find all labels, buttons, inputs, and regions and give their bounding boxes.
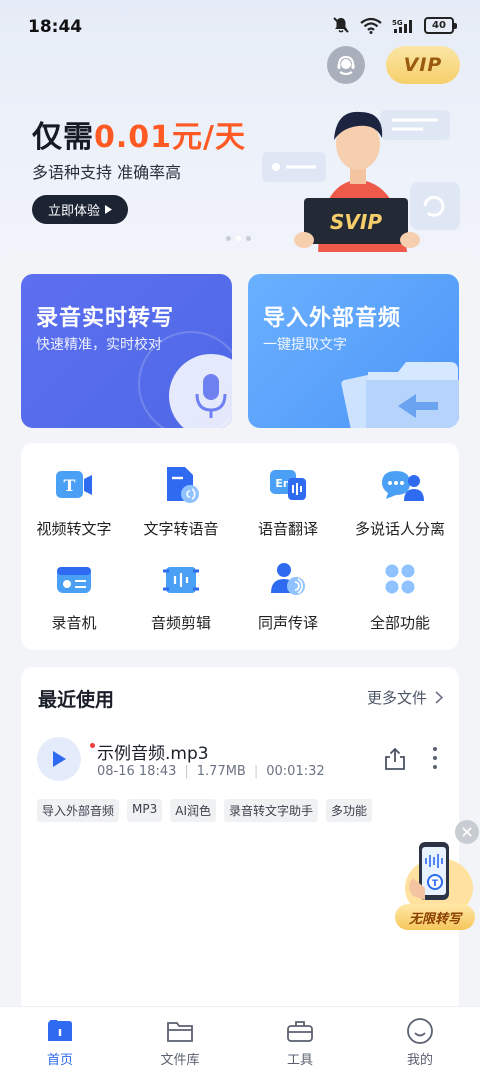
battery-icon: 40: [424, 16, 457, 34]
headset-icon: [337, 55, 355, 75]
file-tag: 多功能: [326, 799, 373, 822]
signal-5g-icon: 5G: [392, 19, 412, 33]
file-duration: 00:01:32: [266, 764, 325, 779]
share-icon: [385, 747, 405, 770]
file-tag: AI润色: [170, 799, 216, 822]
dot: [433, 765, 437, 769]
more-options-button[interactable]: [433, 747, 437, 769]
try-now-button[interactable]: 立即体验: [32, 195, 128, 224]
function-text-to-speech[interactable]: 文字转语音: [126, 465, 236, 539]
recent-title: 最近使用: [38, 689, 115, 711]
function-label: 录音机: [51, 614, 97, 632]
file-name[interactable]: 示例音频.mp3: [97, 739, 209, 764]
more-files-link[interactable]: 更多文件: [367, 687, 443, 708]
function-video-to-text[interactable]: T 视频转文字: [19, 465, 129, 539]
play-icon: [53, 751, 66, 767]
speakers-icon: [382, 471, 424, 501]
nav-home[interactable]: 首页: [20, 1017, 100, 1068]
translate-icon: En: [270, 470, 306, 500]
recent-files-card: 最近使用 更多文件 示例音频.mp3 08-16 18:43 | 1.77MB …: [21, 667, 459, 1027]
wifi-icon: [360, 17, 382, 34]
file-tag: 导入外部音频: [37, 799, 120, 822]
svg-text:T: T: [432, 879, 439, 889]
file-tag: 录音转文字助手: [224, 799, 319, 822]
banner-illustration: SVIP: [262, 110, 460, 260]
chevron-right-icon: [435, 691, 443, 704]
try-now-label: 立即体验: [47, 204, 100, 219]
nav-tools[interactable]: 工具: [260, 1017, 340, 1068]
function-label: 语音翻译: [257, 520, 318, 538]
file-date: 08-16 18:43: [97, 764, 177, 779]
vip-button[interactable]: VIP: [386, 46, 460, 84]
mute-icon: [333, 17, 349, 33]
nav-label: 我的: [406, 1053, 433, 1068]
card-subtitle: 一键提取文字: [263, 337, 347, 353]
close-promo-button[interactable]: [455, 820, 479, 844]
dot: [433, 747, 437, 751]
play-button[interactable]: [37, 737, 81, 781]
svg-text:5G: 5G: [392, 19, 403, 27]
text-to-speech-icon: [167, 467, 199, 503]
dot: [433, 756, 437, 760]
all-features-icon: [385, 564, 415, 594]
function-simultaneous-interpret[interactable]: 同声传译: [233, 559, 343, 633]
function-label: 多说话人分离: [354, 520, 445, 538]
banner-subtitle: 多语种支持 准确率高: [32, 163, 182, 182]
file-tags: 导入外部音频 MP3 AI润色 录音转文字助手 多功能: [37, 799, 373, 822]
banner-title-prefix: 仅需: [32, 120, 94, 155]
pager-dot-active: [236, 236, 241, 241]
nav-label: 文件库: [160, 1053, 200, 1068]
banner-price: 0.01元/天: [94, 120, 246, 155]
function-label: 全部功能: [369, 614, 430, 632]
card-title: 导入外部音频: [263, 306, 402, 331]
file-meta: 08-16 18:43 | 1.77MB | 00:01:32: [97, 764, 325, 779]
pager-dot: [226, 236, 231, 241]
status-time: 18:44: [28, 17, 83, 37]
nav-file-library[interactable]: 文件库: [140, 1017, 220, 1068]
bottom-nav: 首页 文件库 工具 我的: [0, 1006, 480, 1072]
function-label: 视频转文字: [36, 520, 112, 538]
folder-import-icon: [341, 362, 459, 428]
toolbox-icon: [287, 1021, 313, 1042]
more-files-label: 更多文件: [366, 689, 427, 707]
realtime-transcribe-card[interactable]: 录音实时转写 快速精准，实时校对: [21, 274, 232, 428]
nav-label: 首页: [46, 1053, 73, 1068]
nav-profile[interactable]: 我的: [380, 1017, 460, 1068]
file-size: 1.77MB: [196, 764, 246, 779]
home-icon: [48, 1020, 72, 1041]
function-label: 音频剪辑: [150, 614, 211, 632]
video-text-icon: T: [56, 471, 92, 498]
function-recorder[interactable]: 录音机: [19, 559, 129, 633]
audio-edit-icon: [163, 567, 199, 593]
triangle-right-icon: [105, 205, 112, 214]
import-audio-card[interactable]: 导入外部音频 一键提取文字: [248, 274, 459, 428]
unread-dot: [90, 743, 95, 748]
svg-text:T: T: [64, 476, 76, 495]
pager-dot: [246, 236, 251, 241]
function-all-features[interactable]: 全部功能: [345, 559, 455, 633]
function-grid: T 视频转文字 文字转语音 En 语音翻译 多说话人分离 录音机 音频剪辑 同声…: [21, 443, 459, 650]
file-tag: MP3: [127, 799, 163, 822]
function-label: 文字转语音: [143, 520, 219, 538]
nav-label: 工具: [286, 1053, 313, 1068]
function-label: 同声传译: [257, 614, 318, 632]
smile-face-icon: [407, 1018, 433, 1044]
unlimited-transcribe-badge[interactable]: 无限转写: [395, 904, 475, 930]
function-voice-translate[interactable]: En 语音翻译: [233, 465, 343, 539]
function-audio-edit[interactable]: 音频剪辑: [126, 559, 236, 633]
simultaneous-interpret-icon: [271, 563, 305, 595]
banner-pager: [226, 236, 251, 241]
function-speaker-separation[interactable]: 多说话人分离: [345, 465, 455, 539]
banner-title: 仅需0.01元/天: [32, 112, 246, 156]
meta-separator: |: [253, 764, 259, 779]
status-icons: 5G 40: [332, 16, 457, 34]
share-button[interactable]: [383, 747, 407, 775]
microphone-icon: [138, 331, 232, 428]
recorder-icon: [57, 567, 91, 593]
folder-icon: [167, 1022, 193, 1042]
customer-service-button[interactable]: [327, 46, 365, 84]
svip-badge-text: SVIP: [330, 210, 382, 234]
meta-separator: |: [184, 764, 189, 779]
close-icon: [462, 827, 472, 837]
